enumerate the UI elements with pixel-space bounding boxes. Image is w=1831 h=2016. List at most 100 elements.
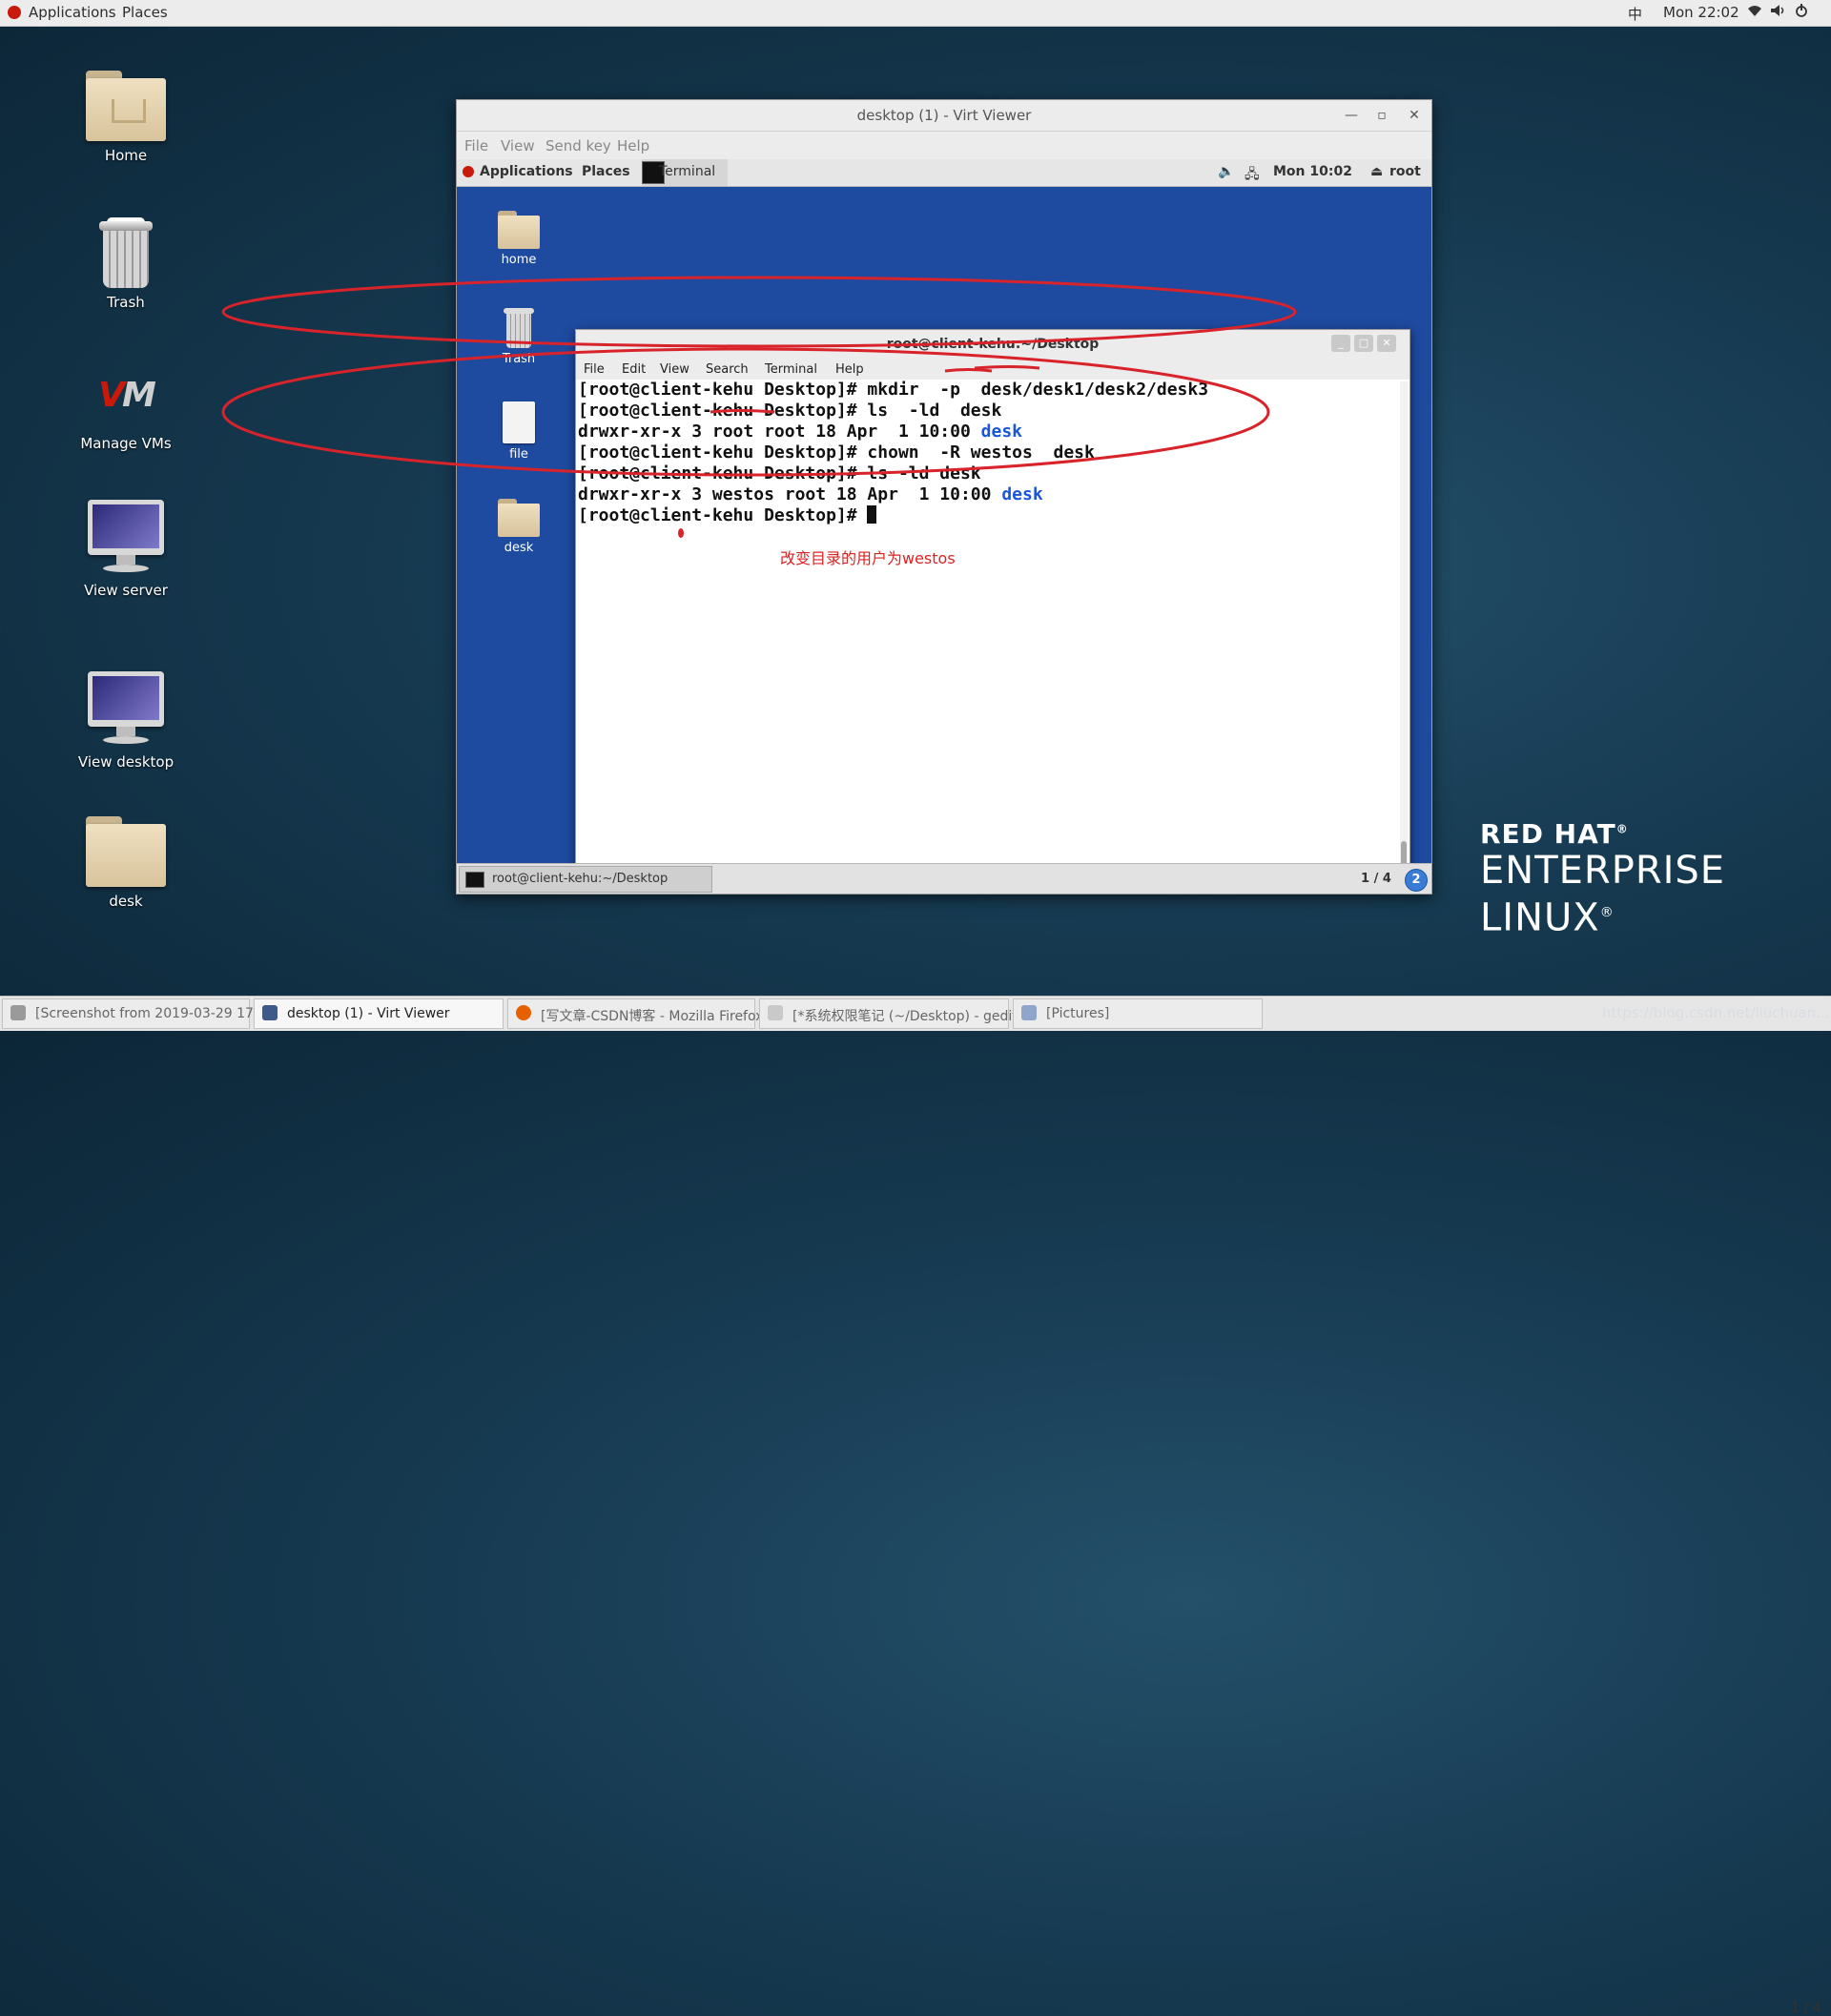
screenshot-icon xyxy=(10,1005,26,1020)
terminal-titlebar[interactable]: root@client-kehu:~/Desktop xyxy=(576,330,1409,359)
maximize-button[interactable]: ▫ xyxy=(1372,106,1391,125)
annotation-text: 改变目录的用户为westos xyxy=(780,549,956,567)
watermark: https://blog.csdn.net/liuchuan... xyxy=(1602,1004,1830,1021)
window-titlebar[interactable]: desktop (1) - Virt Viewer xyxy=(457,100,1431,132)
terminal-line: drwxr-xr-x 3 root root 18 Apr 1 10:00 de… xyxy=(578,422,1022,442)
taskbar-item-gedit[interactable]: [*系统权限笔记 (~/Desktop) - gedit] xyxy=(759,998,1022,1029)
guest-workspace-pager[interactable]: 1 / 4 xyxy=(1361,872,1391,886)
user-icon[interactable]: ⏏ xyxy=(1370,164,1383,179)
menu-send-key[interactable]: Send key xyxy=(545,137,611,154)
terminal-menu-terminal[interactable]: Terminal xyxy=(765,362,817,377)
wifi-icon[interactable] xyxy=(1747,4,1762,21)
terminal-output[interactable]: [root@client-kehu Desktop]# mkdir -p des… xyxy=(576,380,1398,891)
guest-icon-label: file xyxy=(509,447,528,462)
menu-view[interactable]: View xyxy=(501,137,535,154)
terminal-menu-edit[interactable]: Edit xyxy=(622,362,646,377)
firefox-icon xyxy=(516,1005,531,1020)
terminal-menu-view[interactable]: View xyxy=(660,362,689,377)
desktop-icon-home[interactable]: Home xyxy=(54,71,197,164)
menu-file[interactable]: File xyxy=(464,137,488,154)
minimize-button[interactable]: — xyxy=(1342,106,1361,125)
close-button[interactable]: ✕ xyxy=(1405,106,1424,125)
trash-icon xyxy=(504,306,534,348)
desktop-icon-desk[interactable]: desk xyxy=(54,816,197,910)
taskbar-item-pictures[interactable]: [Pictures] xyxy=(1013,998,1263,1029)
guest-desktop-icon-file[interactable]: file xyxy=(476,401,562,462)
terminal-line: [root@client-kehu Desktop]# xyxy=(578,505,1398,526)
desktop-icon-label: Home xyxy=(104,147,148,164)
terminal-menubar: File Edit View Search Terminal Help xyxy=(576,359,1409,380)
guest-task-terminal[interactable]: root@client-kehu:~/Desktop xyxy=(459,866,712,893)
terminal-line: [root@client-kehu Desktop]# chown -R wes… xyxy=(578,442,1095,463)
terminal-close-button[interactable]: ✕ xyxy=(1377,335,1396,352)
guest-terminal-label[interactable]: Terminal xyxy=(659,164,715,179)
taskbar-item-label: [写文章-CSDN博客 - Mozilla Firefox] xyxy=(541,1009,769,1024)
virt-viewer-window: desktop (1) - Virt Viewer — ▫ ✕ File Vie… xyxy=(456,99,1432,895)
terminal-minimize-button[interactable]: _ xyxy=(1331,335,1350,352)
terminal-maximize-button[interactable]: □ xyxy=(1354,335,1373,352)
guest-top-bar: Applications Places Terminal 🔈 🖧 Mon 10:… xyxy=(457,159,1431,187)
guest-places-menu[interactable]: Places xyxy=(582,164,630,179)
taskbar-item-virt-viewer[interactable]: desktop (1) - Virt Viewer xyxy=(254,998,504,1029)
taskbar-item-screenshot[interactable]: [Screenshot from 2019-03-29 17-... xyxy=(2,998,271,1029)
volume-icon[interactable] xyxy=(1770,4,1787,21)
guest-icon-label: desk xyxy=(504,541,534,555)
guest-user-menu[interactable]: root xyxy=(1389,164,1421,179)
guest-bottom-bar: root@client-kehu:~/Desktop 1 / 4 2 xyxy=(457,863,1431,894)
input-method-indicator[interactable]: 中 xyxy=(1628,4,1642,24)
taskbar-item-firefox[interactable]: [写文章-CSDN博客 - Mozilla Firefox] xyxy=(507,998,769,1029)
files-icon xyxy=(1021,1005,1037,1020)
trash-icon xyxy=(99,217,153,288)
brand-line2: ENTERPRISE xyxy=(1480,849,1726,893)
taskbar-item-label: [*系统权限笔记 (~/Desktop) - gedit] xyxy=(792,1009,1023,1024)
desktop-icon-view-desktop[interactable]: View desktop xyxy=(54,671,197,771)
host-workspace-pager[interactable]: 1 / 4 xyxy=(1791,2001,1821,2016)
places-menu[interactable]: Places xyxy=(122,4,168,21)
taskbar-item-label: [Pictures] xyxy=(1046,1006,1110,1021)
terminal-window[interactable]: root@client-kehu:~/Desktop _ □ ✕ File Ed… xyxy=(575,329,1410,892)
terminal-menu-file[interactable]: File xyxy=(584,362,605,377)
taskbar-item-label: desktop (1) - Virt Viewer xyxy=(287,1006,450,1021)
guest-desktop-icon-home[interactable]: home xyxy=(476,211,562,267)
home-folder-icon xyxy=(86,71,166,141)
desktop-icon-label: View server xyxy=(84,582,168,599)
home-folder-icon xyxy=(498,211,540,249)
desktop-icon-view-server[interactable]: View server xyxy=(54,500,197,599)
brand-line1: RED HAT xyxy=(1480,818,1616,850)
desktop-icon-label: Manage VMs xyxy=(80,435,172,452)
window-title: desktop (1) - Virt Viewer xyxy=(856,107,1032,124)
clock[interactable]: Mon 22:02 xyxy=(1663,4,1739,21)
power-icon[interactable] xyxy=(1795,4,1808,21)
guest-display[interactable]: Applications Places Terminal 🔈 🖧 Mon 10:… xyxy=(457,159,1431,894)
virt-viewer-icon xyxy=(262,1005,278,1020)
folder-icon xyxy=(86,816,166,887)
host-top-bar: Applications Places 中 Mon 22:02 xyxy=(0,0,1831,27)
file-icon xyxy=(503,401,535,443)
vm-logo-icon: VM xyxy=(98,376,156,415)
network-icon[interactable]: 🖧 xyxy=(1245,164,1260,187)
desktop-icon-trash[interactable]: Trash xyxy=(54,217,197,311)
guest-desktop-icon-trash[interactable]: Trash xyxy=(476,306,562,366)
guest-applications-menu[interactable]: Applications xyxy=(480,164,573,179)
volume-icon[interactable]: 🔈 xyxy=(1218,164,1234,179)
terminal-menu-help[interactable]: Help xyxy=(835,362,864,377)
host-taskbar: [Screenshot from 2019-03-29 17-... deskt… xyxy=(0,996,1831,2016)
directory-name: desk xyxy=(980,422,1022,442)
desktop-icon-manage-vms[interactable]: VM Manage VMs xyxy=(54,362,197,452)
folder-icon xyxy=(498,499,540,537)
guest-clock[interactable]: Mon 10:02 xyxy=(1273,164,1352,179)
brand-line3: LINUX xyxy=(1480,895,1600,940)
directory-name: desk xyxy=(1001,484,1043,504)
menu-help[interactable]: Help xyxy=(617,137,649,154)
taskbar-item-label: [Screenshot from 2019-03-29 17-... xyxy=(35,1006,272,1021)
guest-desktop-icon-desk[interactable]: desk xyxy=(476,499,562,555)
viewer-menubar: File View Send key Help xyxy=(457,132,1431,159)
monitor-icon xyxy=(88,671,164,748)
applications-menu[interactable]: Applications xyxy=(29,4,116,21)
terminal-cursor xyxy=(867,505,877,524)
notification-badge[interactable]: 2 xyxy=(1405,869,1428,892)
terminal-menu-search[interactable]: Search xyxy=(706,362,749,377)
guest-icon-label: home xyxy=(501,253,537,267)
terminal-scrollbar[interactable] xyxy=(1400,381,1408,887)
terminal-line: [root@client-kehu Desktop]# mkdir -p des… xyxy=(578,380,1209,400)
